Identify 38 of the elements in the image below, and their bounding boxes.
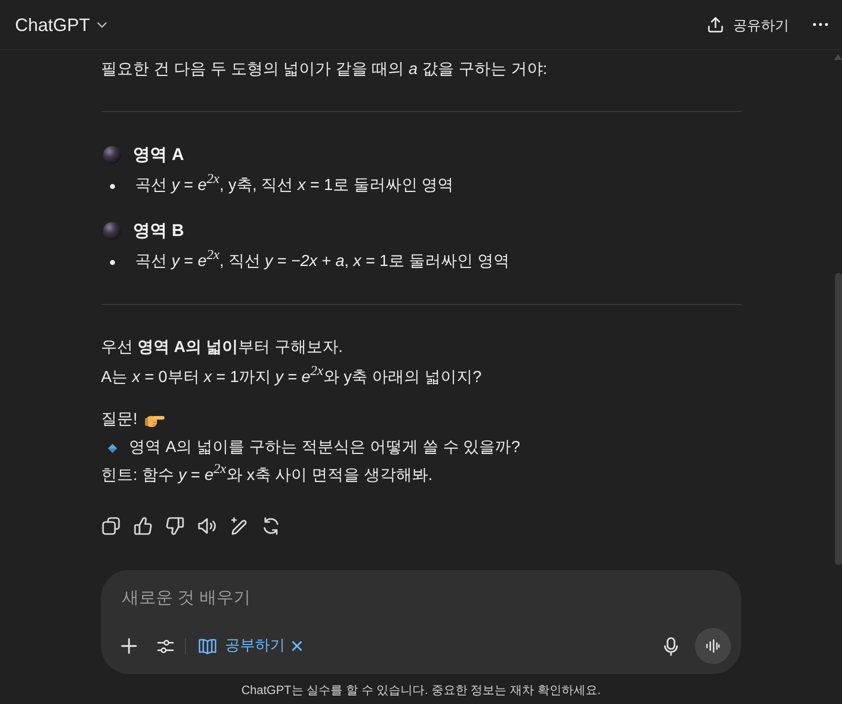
ellipsis-icon	[813, 23, 828, 26]
bullet-icon	[110, 184, 115, 188]
question-label: 질문!	[101, 410, 138, 430]
pencil-sparkle-icon	[230, 517, 248, 535]
region-description: 곡선 y = e$^{2x}$, 직선 y = −2x + a, x = 1로 둘러싸인 영역	[135, 248, 510, 272]
disclaimer-text: ChatGPT는 실수를 할 수 있습니다. 중요한 정보는 재차 확인하세요.	[240, 682, 602, 698]
open-book-icon	[198, 638, 217, 654]
microphone-icon	[664, 636, 678, 656]
study-mode-chip[interactable]: 공부하기	[192, 631, 291, 661]
bullet-icon	[110, 260, 115, 264]
scrollbar-thumb[interactable]	[835, 273, 842, 565]
copy-icon	[102, 517, 120, 535]
region-description: 곡선 y = e$^{2x}$, y축, 직선 x = 1로 둘러싸인 영역	[135, 172, 454, 196]
hint-text: 힌트: 함수 y = e$^{2x}$와 x축 사이 면적을 생각해봐.	[101, 462, 434, 486]
voice-mode-button[interactable]	[695, 628, 731, 664]
share-button[interactable]: 공유하기	[699, 8, 797, 40]
explanation-text: 우선 영역 A의 넓이부터 구해보자.	[101, 338, 344, 358]
chevron-down-icon	[97, 22, 108, 28]
composer-panel[interactable]: 새로운 것 배우기 공부하기	[101, 570, 741, 674]
question-text: 영역 A의 넓이를 구하는 적분식은 어떻게 쓸 수 있을까?	[129, 438, 520, 458]
upload-icon	[707, 16, 724, 33]
sphere-icon	[103, 146, 121, 164]
message-input[interactable]: 새로운 것 배우기	[111, 580, 731, 616]
region-heading: 영역 B	[133, 220, 184, 242]
speaker-icon	[198, 517, 216, 535]
explanation-text: A는 x = 0부터 x = 1까지 y = e$^{2x}$와 y축 아래의 넓이지?	[101, 363, 482, 388]
model-selector-button[interactable]: ChatGPT	[8, 8, 114, 40]
thumbs-up-icon	[134, 517, 152, 535]
plus-icon	[121, 638, 137, 654]
sliders-icon	[156, 638, 174, 654]
thumbs-down-icon	[166, 517, 184, 535]
refresh-icon	[262, 517, 280, 535]
diamond-icon	[108, 444, 117, 452]
waveform-icon	[706, 639, 720, 653]
close-icon[interactable]	[292, 641, 302, 651]
region-heading: 영역 A	[133, 144, 184, 166]
intro-text: 필요한 건 다음 두 도형의 넓이가 같을 때의 a 값을 구하는 거야:	[101, 60, 548, 80]
sphere-icon	[103, 222, 121, 240]
